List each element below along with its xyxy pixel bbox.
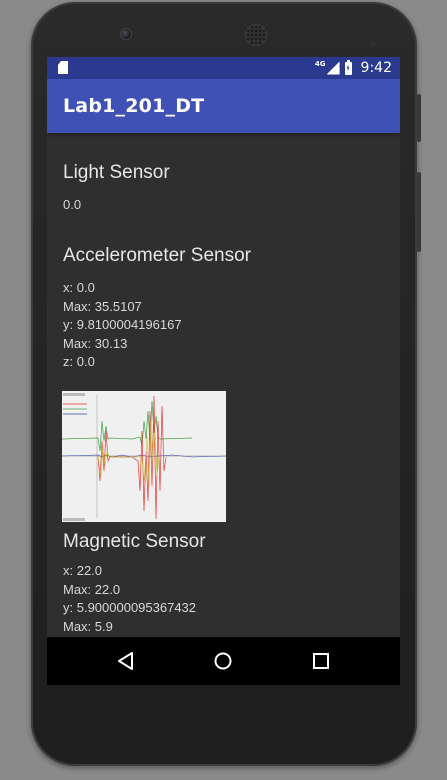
status-clock: 9:42 (360, 60, 392, 76)
navigation-bar (47, 637, 400, 685)
back-icon[interactable] (116, 651, 136, 671)
light-sensor-value: 0.0 (63, 197, 82, 212)
accelerometer-z: z: 0.0 (63, 354, 95, 369)
status-icons: 4G 9:42 (315, 59, 392, 77)
battery-charging-icon (344, 59, 352, 75)
accelerometer-y: y: 9.8100004196167 (63, 317, 182, 332)
recents-icon[interactable] (311, 651, 331, 671)
signal-icon (326, 61, 340, 75)
magnetic-x-max: Max: 22.0 (63, 581, 121, 597)
accelerometer-x-max: Max: 35.5107 (63, 298, 142, 314)
accelerometer-y-max: Max: 30.13 (63, 335, 128, 351)
magnetic-x: x: 22.0 (63, 563, 103, 578)
status-bar: 4G 9:42 (47, 57, 400, 79)
network-type-label: 4G (314, 60, 326, 68)
sensor-content[interactable]: Light Sensor 0.0 Accelerometer Sensor x:… (47, 133, 400, 637)
app-bar: Lab1_201_DT (47, 79, 400, 133)
app-title: Lab1_201_DT (63, 95, 205, 117)
proximity-sensor-icon (371, 31, 391, 65)
sd-card-icon (58, 61, 68, 74)
accelerometer-graph (62, 391, 226, 522)
earpiece-speaker-icon (245, 24, 267, 46)
accelerometer-values: x: 0.0 Max: 35.5107 y: 9.8100004196167 M… (63, 279, 182, 372)
magnetic-values: x: 22.0 Max: 22.0 y: 5.900000095367432 M… (63, 562, 196, 636)
front-camera-icon (120, 28, 132, 40)
power-button (417, 94, 421, 142)
magnetic-y-max: Max: 5.9 (63, 618, 113, 634)
accelerometer-x: x: 0.0 (63, 280, 95, 295)
magnetic-sensor-title: Magnetic Sensor (63, 531, 206, 552)
light-sensor-title: Light Sensor (63, 162, 170, 183)
volume-button (417, 172, 421, 252)
magnetic-y: y: 5.900000095367432 (63, 600, 197, 615)
device-screen: 4G 9:42 Lab1_201_DT Light Sensor 0.0 Acc… (47, 57, 400, 685)
accelerometer-sensor-title: Accelerometer Sensor (63, 245, 251, 266)
home-icon[interactable] (213, 651, 233, 671)
